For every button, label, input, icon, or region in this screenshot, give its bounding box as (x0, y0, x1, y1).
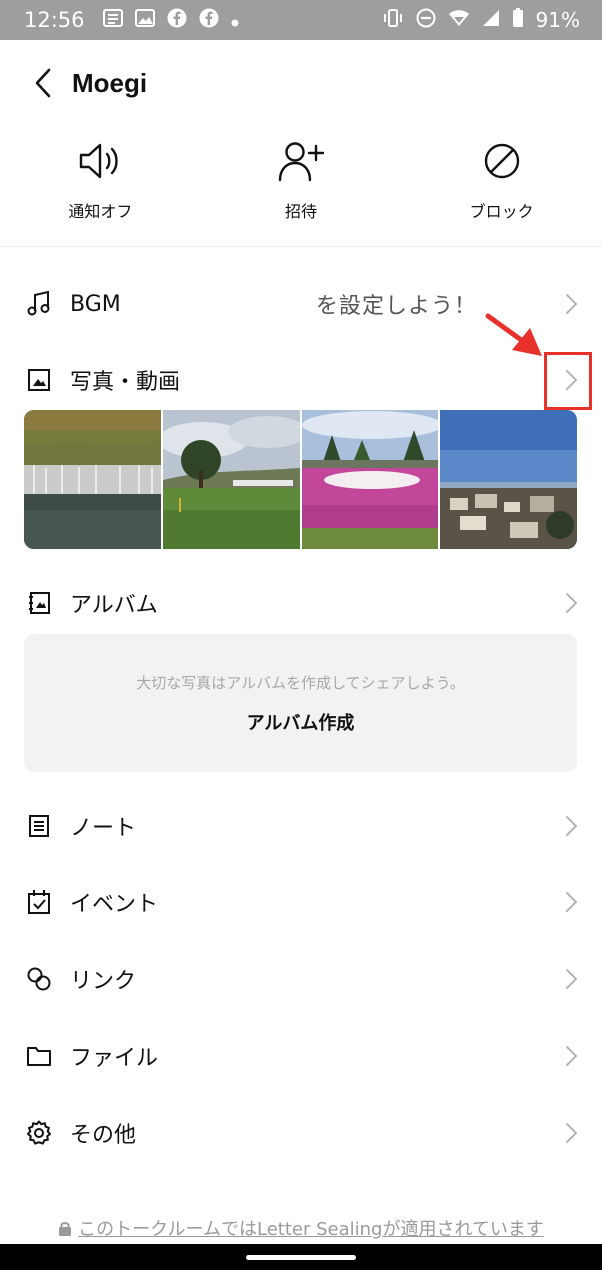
page-title: Moegi (72, 67, 148, 98)
album-empty-state: 大切な写真はアルバムを作成してシェアしよう。 アルバム作成 (24, 634, 577, 772)
photo-thumbnail[interactable] (301, 410, 439, 549)
block-button[interactable]: ブロック (401, 126, 602, 246)
status-notification-icons (102, 8, 239, 33)
menu-row-note[interactable]: ノート (0, 796, 602, 856)
menu-row-label: リンク (70, 969, 137, 994)
letter-sealing-link[interactable]: このトークルームではLetter Sealingが適用されています (78, 1215, 544, 1241)
facebook-icon (199, 8, 219, 33)
calendar-check-icon (24, 887, 54, 917)
annotation-arrow-icon (485, 313, 542, 356)
invite-label: 招待 (285, 202, 318, 221)
lock-icon (59, 1222, 72, 1236)
dot-icon (231, 8, 239, 32)
speaker-icon (78, 136, 122, 186)
menu-row-other[interactable]: その他 (0, 1103, 602, 1163)
menu-row-album[interactable]: アルバム (0, 573, 602, 633)
photo-icon (24, 365, 54, 395)
chevron-right-icon (566, 892, 577, 912)
home-gesture-handle[interactable] (246, 1255, 356, 1260)
chevron-right-icon (566, 969, 577, 989)
album-hint-text: 大切な写真はアルバムを作成してシェアしよう。 (136, 673, 465, 692)
news-icon (102, 8, 123, 32)
status-time: 12:56 (24, 8, 85, 32)
section-divider (0, 246, 602, 247)
block-icon (482, 136, 522, 186)
menu-row-label: その他 (70, 1123, 137, 1148)
do-not-disturb-icon (416, 8, 436, 33)
letter-sealing-note: このトークルームではLetter Sealingが適用されています (0, 1212, 602, 1244)
block-label: ブロック (469, 202, 534, 221)
highlight-box (544, 352, 592, 410)
add-user-icon (278, 136, 324, 186)
navigation-bar (0, 1244, 602, 1270)
menu-row-label: BGM (70, 291, 121, 317)
chevron-left-icon (35, 68, 51, 98)
menu-row-label: ノート (70, 816, 137, 841)
chevron-right-icon (566, 816, 577, 836)
bgm-promo-text: を設定しよう！ (316, 294, 478, 319)
mute-notifications-label: 通知オフ (68, 202, 133, 221)
back-button[interactable] (14, 53, 72, 113)
menu-row-file[interactable]: ファイル (0, 1026, 602, 1086)
action-bar: 通知オフ 招待 ブロック (0, 126, 602, 246)
status-system-icons: 91% (382, 7, 580, 33)
create-album-button[interactable]: アルバム作成 (247, 709, 355, 735)
signal-icon (482, 8, 500, 32)
menu-row-label: ファイル (70, 1046, 159, 1071)
mute-notifications-button[interactable]: 通知オフ (0, 126, 201, 246)
gear-icon (24, 1118, 54, 1148)
chevron-right-icon (566, 593, 577, 613)
music-note-icon (24, 289, 54, 319)
link-icon (24, 964, 54, 994)
menu-row-link[interactable]: リンク (0, 949, 602, 1009)
menu-row-label: 写真・動画 (70, 370, 181, 395)
header: Moegi (0, 40, 602, 126)
battery-percentage: 91% (535, 8, 580, 32)
photo-thumbnail[interactable] (162, 410, 300, 549)
wifi-icon (448, 8, 470, 32)
menu-row-label: イベント (70, 892, 159, 917)
chevron-right-icon (566, 1046, 577, 1066)
menu-row-label: アルバム (70, 593, 158, 618)
chevron-right-icon (566, 294, 577, 314)
status-bar: 12:56 91% (0, 0, 602, 40)
note-icon (24, 811, 54, 841)
menu-row-event[interactable]: イベント (0, 872, 602, 932)
photo-thumbnails (24, 410, 577, 549)
photo-thumbnail[interactable] (24, 410, 161, 549)
facebook-icon (167, 8, 187, 33)
image-icon (134, 8, 155, 32)
invite-button[interactable]: 招待 (201, 126, 402, 246)
vibrate-icon (382, 8, 404, 32)
photo-thumbnail[interactable] (440, 410, 577, 549)
battery-icon (512, 7, 524, 33)
folder-icon (24, 1041, 54, 1071)
album-icon (24, 588, 54, 618)
chevron-right-icon (566, 1123, 577, 1143)
